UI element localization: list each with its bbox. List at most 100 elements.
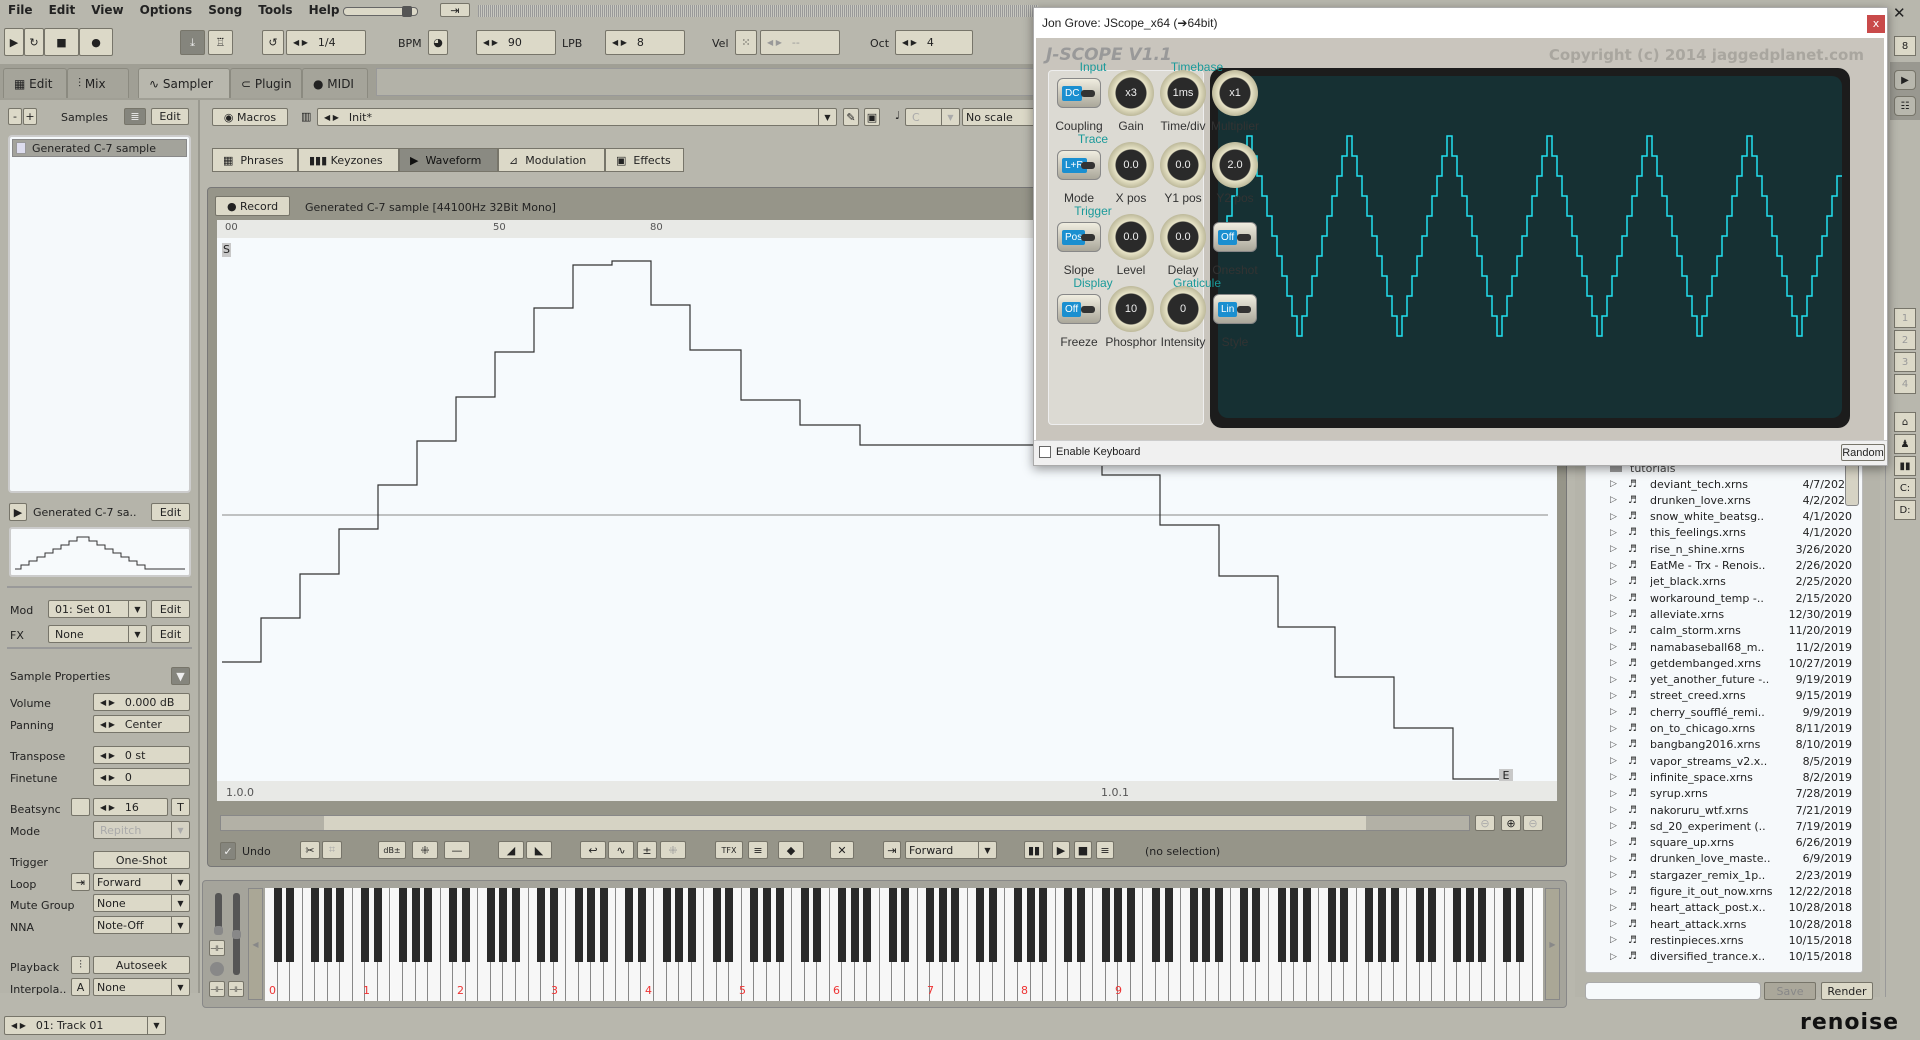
fade-out-button[interactable]: ◣ (526, 841, 552, 859)
black-key[interactable] (399, 888, 408, 962)
black-key[interactable] (411, 888, 420, 962)
expand-triangle-icon[interactable]: ▷ (1610, 854, 1628, 864)
tab-plugin[interactable]: ⊂ Plugin (230, 68, 302, 98)
zoom-out-button[interactable]: ⊖ (1475, 815, 1495, 831)
octave-field[interactable]: ◀ ▶ 4 (895, 30, 973, 55)
sample-list-button[interactable]: ≡ (1096, 841, 1114, 859)
expand-triangle-icon[interactable]: ▷ (1610, 675, 1628, 685)
file-row[interactable]: ▷ ♬ sd_20_experiment (.. 7/19/2019 (1610, 818, 1852, 834)
sample-list-item[interactable]: Generated C-7 sample (12, 139, 187, 157)
black-key[interactable] (976, 888, 985, 962)
black-key[interactable] (1152, 888, 1161, 962)
file-row[interactable]: ▷ ♬ snow_white_beatsg.. 4/1/2020 (1610, 509, 1852, 525)
list-view-button[interactable]: ☷ (1894, 96, 1916, 116)
file-row[interactable]: ▷ ♬ jet_black.xrns 2/25/2020 (1610, 574, 1852, 590)
sample-list-mode-button[interactable]: ≣ (124, 108, 146, 125)
key-select[interactable]: C ▼ (905, 108, 960, 126)
slot-4[interactable]: 4 (1894, 374, 1916, 394)
stepper-arrows-icon[interactable]: ◀ ▶ (100, 698, 115, 707)
black-key[interactable] (336, 888, 345, 962)
beatsync-field[interactable]: ◀ ▶ 16 (93, 798, 168, 816)
file-row[interactable]: ▷ ♬ syrup.xrns 7/28/2019 (1610, 786, 1852, 802)
black-key[interactable] (750, 888, 759, 962)
record-sample-button[interactable]: ● Record (215, 196, 290, 216)
chevron-down-icon[interactable]: ▼ (171, 979, 189, 995)
expand-triangle-icon[interactable]: ▷ (1610, 528, 1628, 538)
black-key[interactable] (624, 888, 633, 962)
black-key[interactable] (926, 888, 935, 962)
waveform-scrollbar[interactable] (220, 815, 1470, 831)
tab-midi[interactable]: ● MIDI (302, 68, 368, 98)
track-select[interactable]: ◀ ▶ 01: Track 01 ▼ (4, 1016, 166, 1035)
tap-tempo-button[interactable]: ◕ (428, 30, 448, 55)
chevron-down-icon[interactable]: ▼ (941, 109, 959, 125)
follow-button[interactable]: ⤓ (180, 30, 205, 55)
black-key[interactable] (1202, 888, 1211, 962)
reverse-button[interactable]: ↩ (580, 841, 606, 859)
file-row[interactable]: ▷ ♬ getdembanged.xrns 10/27/2019 (1610, 655, 1852, 671)
menu-view[interactable]: View (91, 3, 123, 17)
stepper-arrows-icon[interactable]: ◀ ▶ (902, 38, 917, 47)
black-key[interactable] (486, 888, 495, 962)
expand-triangle-icon[interactable]: ▷ (1610, 707, 1628, 717)
expand-triangle-icon[interactable]: ▷ (1610, 919, 1628, 929)
black-key[interactable] (888, 888, 897, 962)
delay-knob[interactable]: 0.0 (1160, 214, 1206, 260)
chevron-down-icon[interactable]: ▼ (171, 822, 189, 838)
x-pos-knob[interactable]: 0.0 (1108, 142, 1154, 188)
multiplier-knob[interactable]: x1 (1212, 70, 1258, 116)
menu-list-button[interactable]: ≡ (748, 841, 768, 859)
block-loop-button[interactable]: ↺ (262, 30, 284, 55)
file-row[interactable]: ▷ ♬ on_to_chicago.xrns 8/11/2019 (1610, 721, 1852, 737)
file-row[interactable]: ▷ ♬ EatMe - Trx - Renois.. 2/26/2020 (1610, 558, 1852, 574)
expand-triangle-icon[interactable]: ▷ (1610, 789, 1628, 799)
stepper-arrows-icon[interactable]: ◀ ▶ (767, 38, 782, 47)
sample-play-button[interactable]: ▶ (9, 503, 27, 521)
black-key[interactable] (775, 888, 784, 962)
file-row[interactable]: ▷ ♬ stargazer_remix_1p.. 2/23/2019 (1610, 867, 1852, 883)
black-key[interactable] (273, 888, 282, 962)
black-key[interactable] (1516, 888, 1524, 962)
chevron-down-icon[interactable]: ▼ (128, 626, 146, 642)
file-row[interactable]: ▷ ♬ workaround_temp -.. 2/15/2020 (1610, 590, 1852, 606)
black-key[interactable] (838, 888, 847, 962)
interpolation-select[interactable]: None ▼ (93, 978, 190, 996)
black-key[interactable] (1064, 888, 1073, 962)
play-button[interactable]: ▶ (4, 28, 24, 56)
chevron-down-icon[interactable]: ▼ (147, 1017, 165, 1034)
library-button[interactable]: ▮▮ (1894, 456, 1916, 476)
expand-triangle-icon[interactable]: ▷ (1610, 642, 1628, 652)
metronome-button[interactable]: ♖ (208, 30, 233, 55)
expand-triangle-icon[interactable]: ▷ (1610, 495, 1628, 505)
expand-triangle-icon[interactable]: ▷ (1610, 577, 1628, 587)
save-button[interactable]: Save (1764, 982, 1816, 1000)
black-key[interactable] (1076, 888, 1085, 962)
expand-triangle-icon[interactable]: ▷ (1610, 952, 1628, 962)
black-key[interactable] (800, 888, 809, 962)
black-key[interactable] (850, 888, 859, 962)
expand-triangle-icon[interactable]: ▷ (1610, 838, 1628, 848)
tfx-button[interactable]: TFX (715, 841, 743, 859)
expand-triangle-icon[interactable]: ▷ (1610, 740, 1628, 750)
stepper-arrows-icon[interactable]: ◀ ▶ (100, 773, 115, 782)
file-row[interactable]: ▷ ♬ figure_it_out_now.xrns 12/22/2018 (1610, 884, 1852, 900)
subtab-waveform[interactable]: ▶ Waveform (399, 148, 498, 172)
stepper-arrows-icon[interactable]: ◀ ▶ (483, 38, 498, 47)
black-key[interactable] (901, 888, 910, 962)
file-row[interactable]: ▷ ♬ vapor_streams_v2.x.. 8/5/2019 (1610, 753, 1852, 769)
level-knob[interactable]: 0.0 (1108, 214, 1154, 260)
black-key[interactable] (951, 888, 960, 962)
black-key[interactable] (1277, 888, 1286, 962)
black-key[interactable] (675, 888, 684, 962)
expand-triangle-icon[interactable]: ▷ (1610, 756, 1628, 766)
macros-button[interactable]: ◉ Macros (212, 108, 288, 126)
black-key[interactable] (1465, 888, 1474, 962)
stepper-arrows-icon[interactable]: ◀ ▶ (293, 38, 308, 47)
black-key[interactable] (449, 888, 458, 962)
freeze-switch[interactable]: Off (1057, 294, 1101, 324)
expand-triangle-icon[interactable]: ▷ (1610, 691, 1628, 701)
checkbox-icon[interactable] (16, 142, 26, 154)
black-key[interactable] (587, 888, 596, 962)
black-key[interactable] (1377, 888, 1386, 962)
drive-c-button[interactable]: C: (1894, 478, 1916, 498)
